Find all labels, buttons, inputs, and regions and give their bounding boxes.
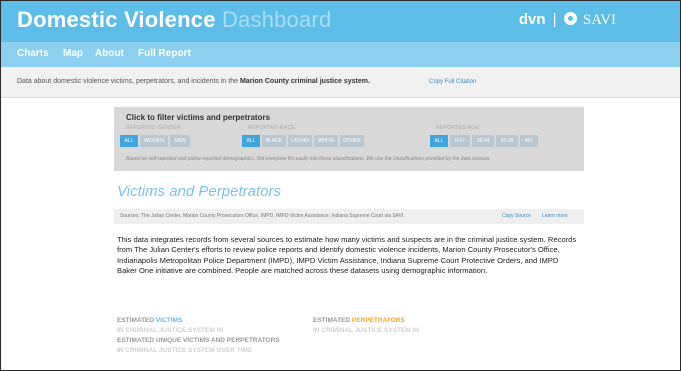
estimated-victims-label: ESTIMATED VICTIMS [117, 317, 182, 324]
page-frame: Domestic Violence Dashboard dvn | SAVI C… [0, 0, 681, 371]
estimated-unique-label: ESTIMATED UNIQUE VICTIMS AND PERPETRATOR… [117, 337, 280, 344]
section-body: This data integrates records from severa… [117, 235, 577, 275]
filter-note: Based on self-reported and police-report… [126, 156, 491, 162]
estimated-perpetrators-prefix: ESTIMATED [313, 317, 351, 324]
title-accent: Dashboard [221, 7, 332, 32]
nav-item-about[interactable]: About [95, 48, 124, 59]
brand-dvn[interactable]: dvn [519, 11, 546, 28]
nav-bar: Charts Map About Full Report [1, 42, 680, 67]
age-filter-18-24[interactable]: 18-24 [472, 135, 494, 147]
age-filter-40-plus[interactable]: 40+ [520, 135, 538, 147]
age-filter-0-17[interactable]: 0-17 [450, 135, 470, 147]
gender-filter-all[interactable]: ALL [120, 135, 138, 147]
age-filter-all[interactable]: ALL [430, 135, 448, 147]
learn-more-link[interactable]: Learn more [542, 213, 568, 219]
race-filter-label: REPORTED RACE [248, 125, 295, 131]
section-heading: Victims and Perpetrators [117, 183, 281, 200]
estimated-perpetrators-word: PERPETRATORS [351, 317, 405, 324]
intro-description-bold: Marion County criminal justice system. [239, 78, 370, 85]
filter-panel: Click to filter victims and perpetrators… [114, 107, 584, 171]
copy-source-link[interactable]: Copy Source [502, 213, 531, 219]
race-filter-white[interactable]: WHITE [314, 135, 338, 147]
gear-icon [563, 12, 577, 25]
gender-filter-women[interactable]: WOMEN [140, 135, 168, 147]
race-filter-black[interactable]: BLACK [262, 135, 286, 147]
estimated-perpetrators-sub: IN CRIMINAL JUSTICE SYSTEM IN [313, 327, 420, 334]
sources-bar: Sources: The Julian Center, Marion Count… [114, 209, 584, 224]
estimated-victims-prefix: ESTIMATED [117, 317, 155, 324]
age-filter-label: REPORTED AGE [436, 125, 479, 131]
intro-description: Data about domestic violence victims, pe… [17, 78, 239, 85]
intro-banner: Data about domestic violence victims, pe… [1, 67, 680, 98]
estimated-victims-word: VICTIMS [155, 317, 183, 324]
intro-text: Data about domestic violence victims, pe… [17, 78, 370, 85]
race-filter-latino[interactable]: LATINO [288, 135, 312, 147]
filter-title: Click to filter victims and perpetrators [126, 113, 271, 122]
sources-text: Sources: The Julian Center, Marion Count… [120, 213, 405, 219]
title-main: Domestic Violence [17, 7, 216, 32]
race-filter-all[interactable]: ALL [242, 135, 260, 147]
brand-savi[interactable]: SAVI [583, 12, 616, 28]
nav-item-charts[interactable]: Charts [17, 48, 49, 59]
nav-item-map[interactable]: Map [63, 48, 83, 59]
age-filter-25-39[interactable]: 25-39 [496, 135, 518, 147]
app-title: Domestic Violence Dashboard [17, 7, 331, 33]
brand-separator: | [552, 11, 557, 28]
header-bar: Domestic Violence Dashboard dvn | SAVI [1, 1, 680, 42]
gender-filter-label: REPORTED GENDER [126, 125, 181, 131]
brand-logo[interactable]: dvn | SAVI [519, 11, 616, 29]
gender-filter-men[interactable]: MEN [170, 135, 190, 147]
estimated-perpetrators-label: ESTIMATED PERPETRATORS [313, 317, 405, 324]
race-filter-other[interactable]: OTHER [340, 135, 364, 147]
copy-citation-link[interactable]: Copy Full Citation [429, 79, 476, 85]
nav-item-full-report[interactable]: Full Report [138, 48, 191, 59]
estimated-victims-sub: IN CRIMINAL JUSTICE SYSTEM IN [117, 327, 224, 334]
estimated-unique-sub: IN CRIMINAL JUSTICE SYSTEM OVER TIME [117, 347, 253, 354]
